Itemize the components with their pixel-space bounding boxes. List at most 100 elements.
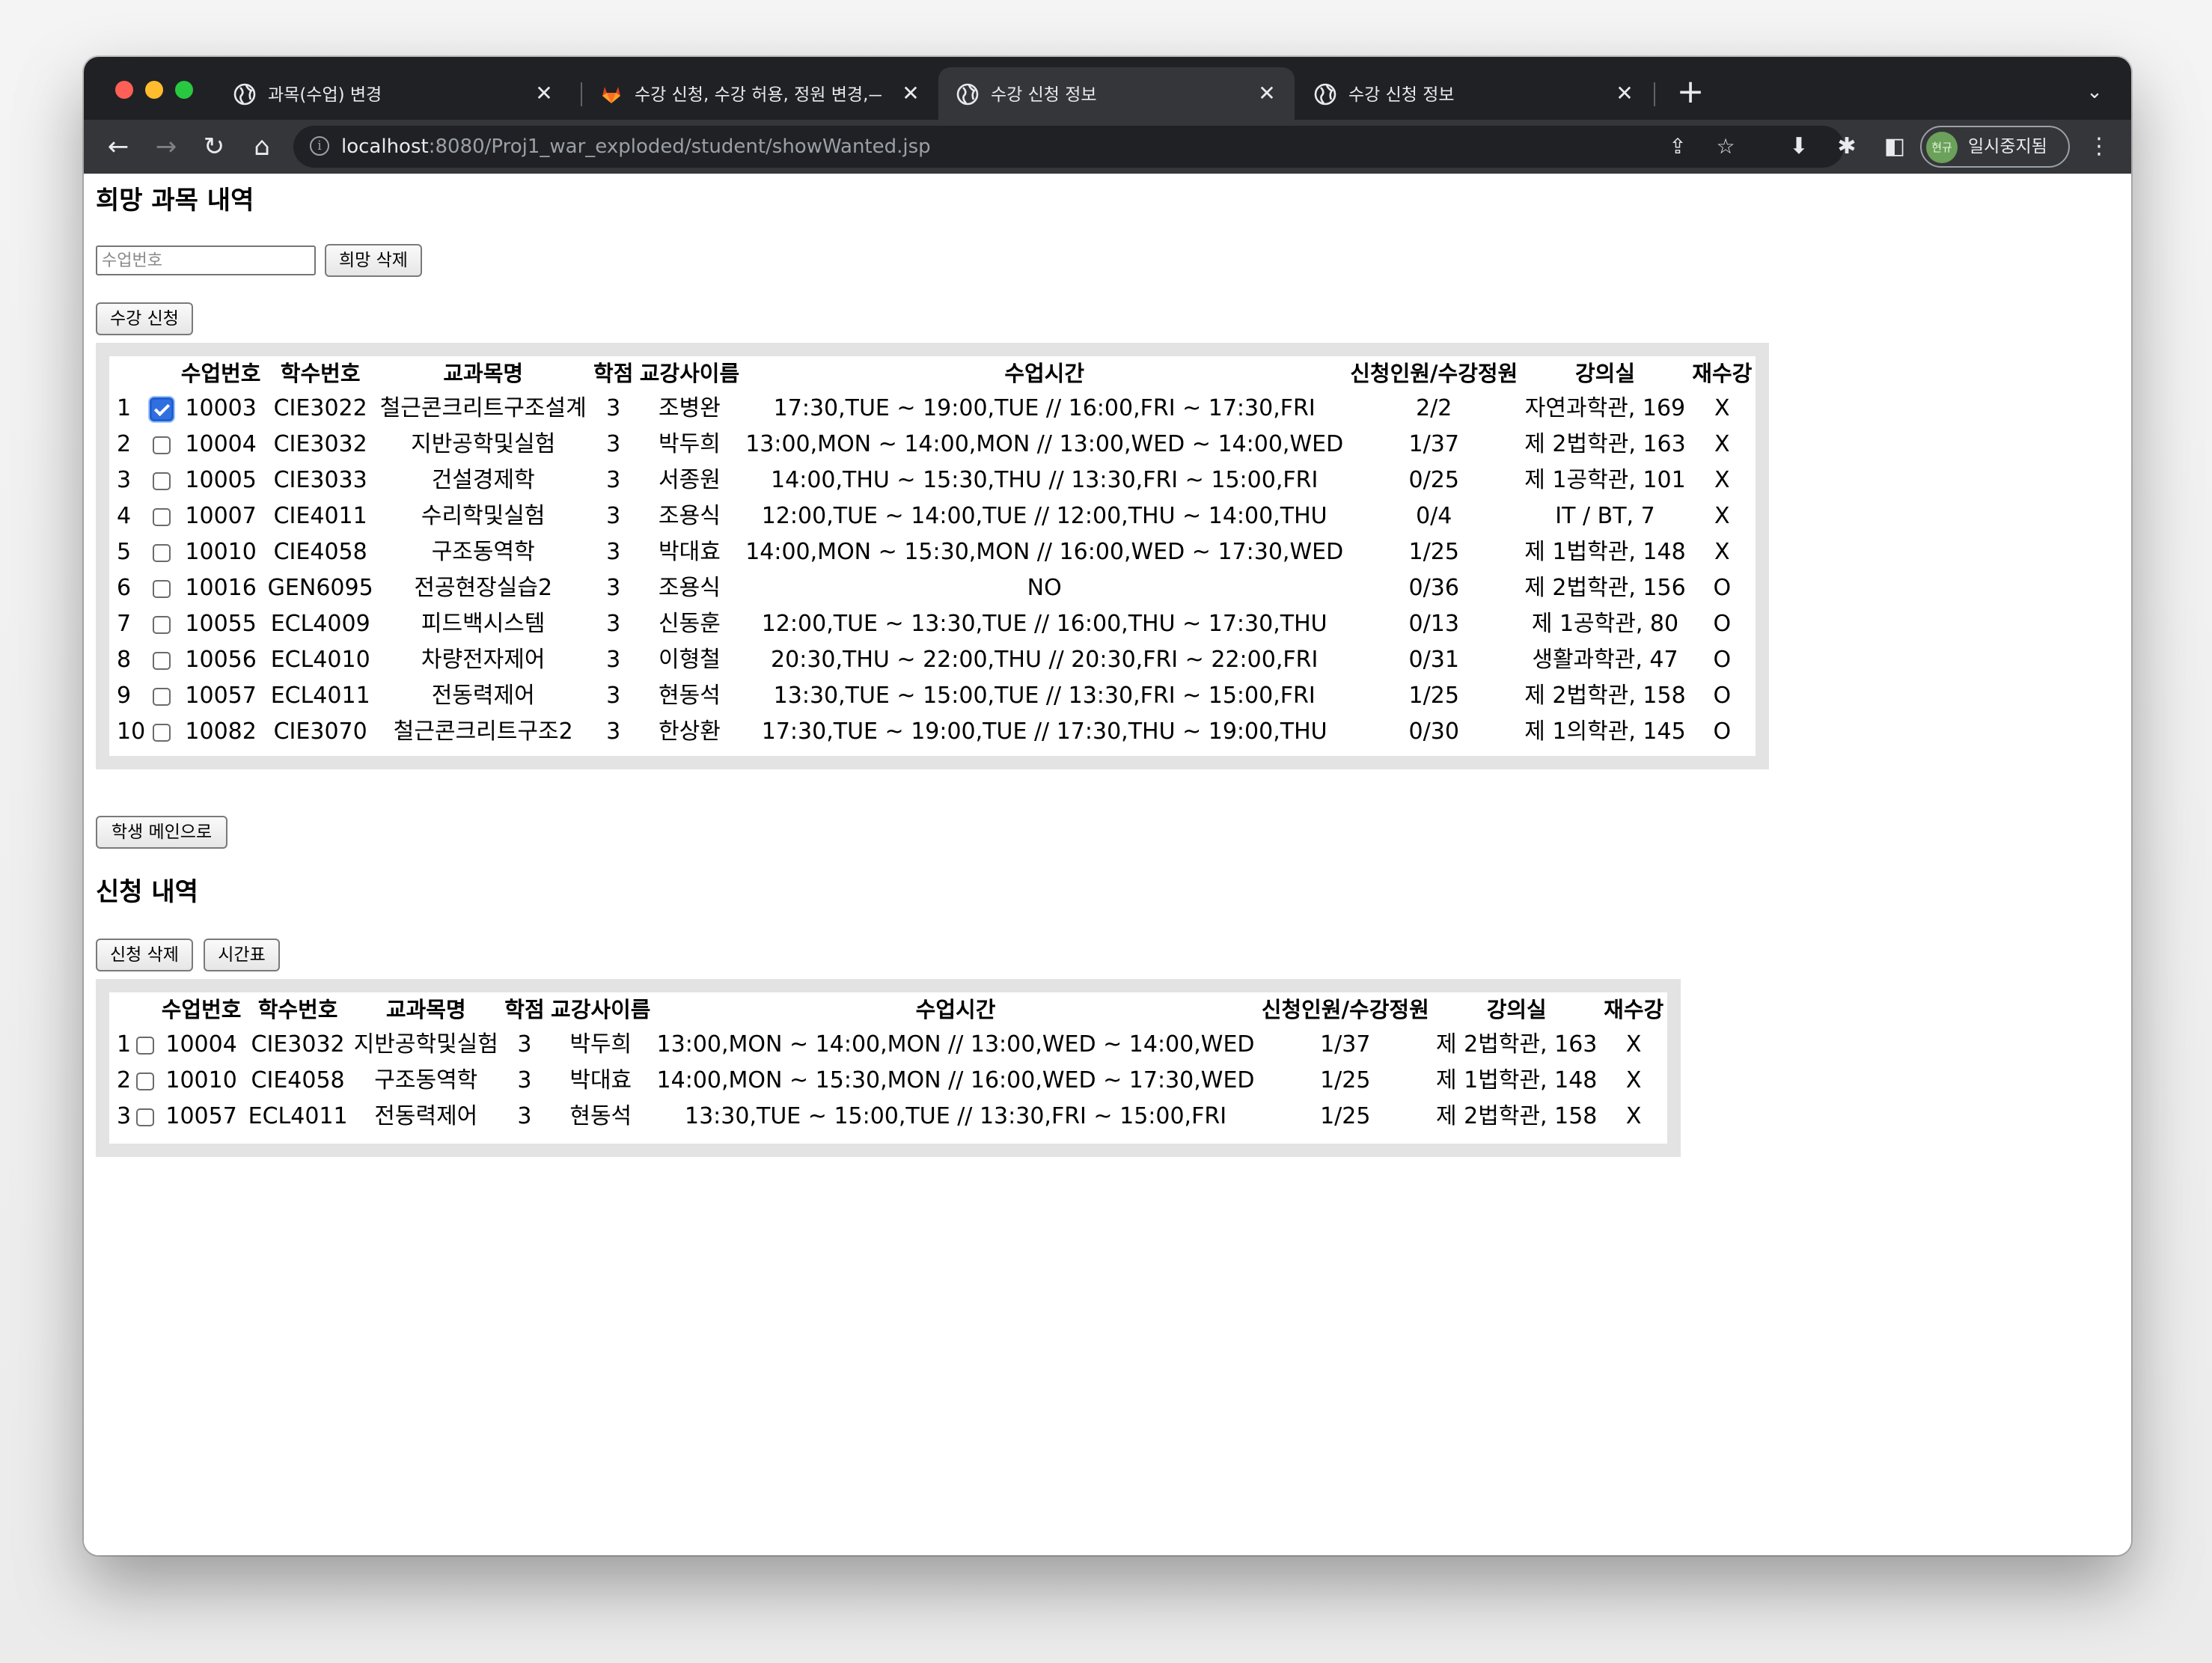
enroll-button[interactable]: 수강 신청 [96,302,193,335]
row-checkbox[interactable] [153,579,171,598]
row-select-cell [147,498,177,534]
room-header: 강의실 [1574,361,1635,386]
new-tab-button[interactable]: + [1672,73,1709,111]
subject-no-cell: ECL4010 [270,647,370,673]
close-icon[interactable]: ✕ [531,81,557,106]
table-row: 2 10004 CIE3032 지반공학및실험 3 박두희 13:00,MON ~ 14:0… [109,427,1756,463]
row-select-cell [147,427,177,463]
course-name-cell: 구조동역학 [431,539,535,565]
class-time-cell: 17:30,TUE ~ 19:00,TUE // 16:00,FRI ~ 17:… [773,395,1316,421]
tab-enroll-info-active[interactable]: 수강 신청 정보 ✕ [938,67,1295,120]
course-no-cell: 10005 [185,467,257,493]
avatar: 현규 [1926,132,1958,163]
row-checkbox[interactable] [153,507,171,526]
credit-cell: 3 [606,683,621,709]
row-index: 3 [117,1103,132,1129]
row-checkbox[interactable] [135,1108,154,1126]
delete-wanted-button[interactable]: 희망 삭제 [325,244,422,277]
room-cell: 자연과학관, 169 [1524,395,1686,421]
retake-header: 재수강 [1604,997,1664,1022]
index-header [109,356,147,391]
class-time-header: 수업시간 [915,997,996,1022]
room-cell: 생활과학관, 47 [1532,647,1678,673]
close-icon[interactable]: ✕ [1612,81,1637,106]
room-cell: 제 1법학관, 148 [1524,539,1686,565]
close-icon[interactable]: ✕ [1254,81,1280,106]
course-no-cell: 10016 [185,575,257,601]
row-checkbox[interactable] [153,687,171,706]
row-select-cell [132,1027,157,1063]
credit-cell: 3 [606,539,621,565]
share-icon[interactable]: ⇪ [1664,133,1691,160]
retake-header: 재수강 [1692,361,1753,386]
row-checkbox-checked[interactable] [150,397,174,421]
tab-course-change[interactable]: 과목(수업) 변경 ✕ [216,67,572,120]
capacity-cell: 0/4 [1416,503,1452,529]
timetable-button[interactable]: 시간표 [204,939,280,971]
tab-gitlab-enroll[interactable]: 수강 신청, 수강 허용, 정원 변경,— 최 ✕ [582,67,938,120]
extensions-puzzle-icon[interactable]: ✱ [1830,130,1863,163]
retake-cell: X [1625,1103,1642,1129]
subject-no-header: 학수번호 [280,361,361,386]
back-arrow-icon[interactable]: ← [102,130,135,163]
more-menu-icon[interactable]: ⋮ [2088,130,2110,163]
row-checkbox[interactable] [153,472,171,490]
course-no-input[interactable] [96,245,316,275]
class-time-header: 수업시간 [1004,361,1085,386]
row-index: 7 [117,611,132,637]
download-extension-icon[interactable]: ⬇ [1782,130,1815,163]
credit-cell: 3 [517,1067,532,1093]
reload-icon[interactable]: ↻ [198,130,230,163]
course-name-cell: 전동력제어 [374,1103,478,1129]
credit-header: 학점 [593,361,634,386]
row-checkbox[interactable] [153,615,171,634]
row-checkbox[interactable] [153,723,171,742]
row-index: 1 [117,395,132,421]
class-time-cell: 12:00,TUE ~ 13:30,TUE // 16:00,THU ~ 17:… [761,611,1327,637]
instructor-cell: 조용식 [659,575,721,601]
table-row: 1 10003 CIE3022 철근콘크리트구조설계 3 조병완 17:30,TUE ~ 1… [109,391,1756,427]
instructor-cell: 한상환 [659,718,721,745]
retake-cell: O [1713,647,1732,673]
tab-title: 수강 신청, 수강 허용, 정원 변경,— 최 [635,85,882,105]
tab-strip: 과목(수업) 변경 ✕ 수강 신청, 수강 허용, 정원 변경,— 최 ✕ 수강… [84,57,2131,120]
address-bar[interactable]: i localhost:8080/Proj1_war_exploded/stud… [293,126,1844,168]
site-info-icon[interactable]: i [310,136,329,156]
table-row: 8 10056 ECL4010 차량전자제어 3 이형철 20:30,THU ~ 22:00… [109,642,1756,678]
student-main-button[interactable]: 학생 메인으로 [96,816,227,849]
table-header-row: 수업번호 학수번호 교과목명 학점 교강사이름 수업시간 신청인원/수강정원 강… [109,356,1756,391]
row-checkbox[interactable] [153,436,171,454]
capacity-cell: 0/25 [1408,467,1459,493]
row-checkbox[interactable] [135,1072,154,1090]
subject-no-cell: GEN6095 [267,575,373,601]
room-cell: IT / BT, 7 [1555,503,1655,529]
class-time-cell: 14:00,MON ~ 15:30,MON // 16:00,WED ~ 17:… [656,1067,1255,1093]
forward-arrow-icon[interactable]: → [150,130,183,163]
class-time-cell: 14:00,THU ~ 15:30,THU // 13:30,FRI ~ 15:… [771,467,1319,493]
class-time-cell: 13:00,MON ~ 14:00,MON // 13:00,WED ~ 14:… [656,1031,1255,1058]
bookmark-star-icon[interactable]: ☆ [1712,133,1739,160]
room-header: 강의실 [1486,997,1547,1022]
wanted-courses-table: 수업번호 학수번호 교과목명 학점 교강사이름 수업시간 신청인원/수강정원 강… [109,356,1756,750]
home-icon[interactable]: ⌂ [245,130,278,163]
row-checkbox[interactable] [153,543,171,562]
profile-button[interactable]: 현규 일시중지됨 [1920,126,2070,168]
applied-courses-heading: 신청 내역 [96,877,198,907]
close-window-button[interactable] [115,81,133,99]
tab-enroll-info[interactable]: 수강 신청 정보 ✕ [1296,67,1652,120]
credit-cell: 3 [606,647,621,673]
tab-search-chevron-icon[interactable]: ⌄ [2076,73,2113,111]
delete-applied-button[interactable]: 신청 삭제 [96,939,193,971]
course-no-cell: 10004 [185,431,257,457]
row-checkbox[interactable] [135,1036,154,1055]
capacity-cell: 1/25 [1408,683,1459,709]
url-text[interactable]: localhost:8080/Proj1_war_exploded/studen… [341,133,931,160]
side-panel-icon[interactable]: ◧ [1878,130,1911,163]
browser-window: 과목(수업) 변경 ✕ 수강 신청, 수강 허용, 정원 변경,— 최 ✕ 수강… [84,57,2131,1555]
close-icon[interactable]: ✕ [898,81,923,106]
minimize-window-button[interactable] [145,81,163,99]
maximize-window-button[interactable] [175,81,193,99]
wanted-table-panel: 수업번호 학수번호 교과목명 학점 교강사이름 수업시간 신청인원/수강정원 강… [109,356,1756,756]
row-checkbox[interactable] [153,651,171,670]
instructor-cell: 박대효 [569,1067,632,1093]
